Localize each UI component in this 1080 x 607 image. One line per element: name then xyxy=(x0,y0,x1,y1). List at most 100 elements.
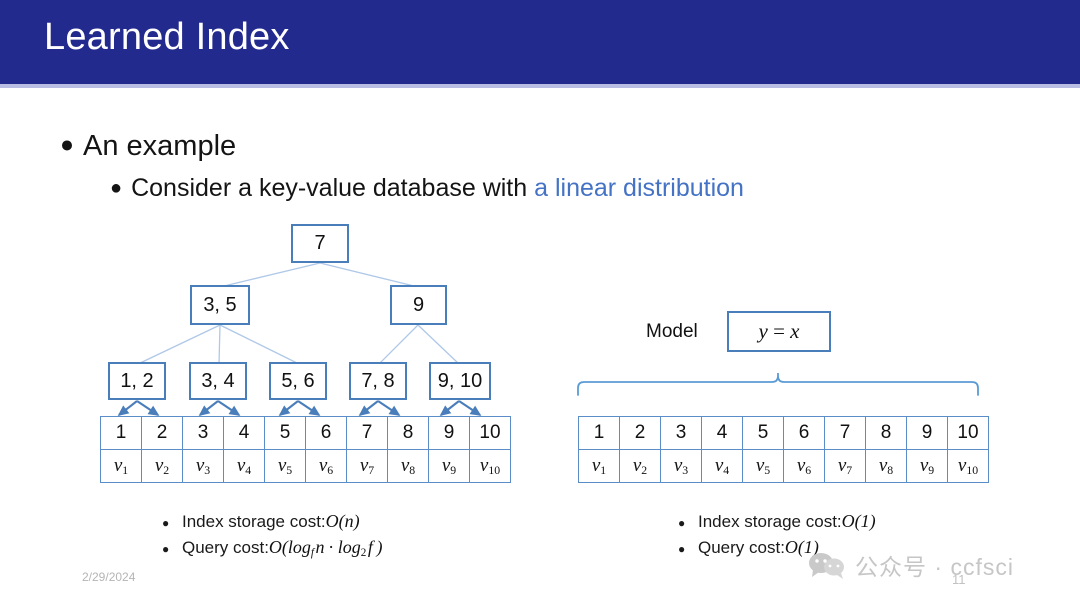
table-cell-key: 1 xyxy=(578,416,620,450)
arrow-leaf2-right xyxy=(297,400,321,416)
btree-internal-label: 9 xyxy=(412,293,425,316)
cost-storage-value: O(n) xyxy=(325,511,360,531)
btree-leaf-node-2[interactable]: 5, 6 xyxy=(269,362,327,400)
bullet-level2: ● Consider a key-value database with a li… xyxy=(110,174,744,203)
bullet-dot-icon: ● xyxy=(110,176,123,199)
wechat-bubble-icon xyxy=(809,553,844,579)
table-cell-value: v6 xyxy=(783,449,825,483)
model-formula-box[interactable]: y = x xyxy=(727,311,831,352)
table-cell-value: v8 xyxy=(387,449,429,483)
table-cell-value: v8 xyxy=(865,449,907,483)
btree-root-label: 7 xyxy=(314,232,326,254)
edge-root-left xyxy=(219,262,321,288)
arrow-leaf2-left xyxy=(278,400,299,417)
table-row-values: v1 v2 v3 v4 v5 v6 v7 v8 v9 v10 xyxy=(578,449,989,483)
table-cell-key: 5 xyxy=(264,416,306,450)
table-cell-key: 6 xyxy=(305,416,347,450)
bullet-dot-icon: ● xyxy=(678,542,686,556)
cost-query-label: Query cost: xyxy=(182,538,269,557)
table-cell-key: 10 xyxy=(469,416,511,450)
cost-query-value: O(logf n · log2 f ) xyxy=(268,537,383,560)
table-cell-value: v9 xyxy=(428,449,470,483)
arrow-leaf3-left xyxy=(358,400,379,417)
table-cell-value: v1 xyxy=(578,449,620,483)
btree-leaf-label: 9, 10 xyxy=(437,369,483,392)
bullet-dot-icon: ● xyxy=(162,542,170,556)
edge-internal-left-a xyxy=(137,324,221,365)
btree-leaf-label: 7, 8 xyxy=(361,369,395,392)
cost-storage-label: Index storage cost: xyxy=(182,512,326,531)
model-label: Model xyxy=(646,321,698,342)
table-cell-key: 2 xyxy=(619,416,661,450)
cost-query-label: Query cost: xyxy=(698,538,785,557)
bullet-dot-icon: ● xyxy=(678,516,686,530)
table-cell-key: 9 xyxy=(906,416,948,450)
cost-storage-value: O(1) xyxy=(841,511,876,531)
btree-leaf-node-1[interactable]: 3, 4 xyxy=(189,362,247,400)
table-cell-value: v7 xyxy=(824,449,866,483)
arrow-leaf3-right xyxy=(377,400,401,416)
model-span-brace xyxy=(577,373,979,396)
bullet-level2-highlight: a linear distribution xyxy=(534,174,744,202)
table-cell-key: 1 xyxy=(100,416,142,450)
table-cell-value: v6 xyxy=(305,449,347,483)
btree-leaf-node-4[interactable]: 9, 10 xyxy=(429,362,491,400)
model-formula: y = x xyxy=(758,319,800,343)
slide-canvas: Learned Index ● An example ● Consider a ke… xyxy=(0,0,1080,607)
btree-root-node[interactable]: 7 xyxy=(291,224,349,263)
btree-leaf-node-3[interactable]: 7, 8 xyxy=(349,362,407,400)
table-cell-key: 4 xyxy=(223,416,265,450)
btree-internal-node-0[interactable]: 3, 5 xyxy=(190,285,250,325)
table-row-keys: 1 2 3 4 5 6 7 8 9 10 xyxy=(578,416,989,450)
arrow-leaf4-left xyxy=(439,400,460,417)
table-cell-key: 6 xyxy=(783,416,825,450)
bullet-level1-label: An example xyxy=(83,130,237,162)
edge-internal-right-b xyxy=(417,324,460,365)
edge-internal-left-c xyxy=(219,324,300,365)
table-cell-value: v9 xyxy=(906,449,948,483)
title-underline xyxy=(0,84,1080,88)
table-cell-key: 7 xyxy=(346,416,388,450)
table-cell-key: 9 xyxy=(428,416,470,450)
table-cell-value: v2 xyxy=(141,449,183,483)
watermark: 公众号 · ccfsci xyxy=(808,548,1014,582)
table-cell-key: 7 xyxy=(824,416,866,450)
bullet-level1: ● An example xyxy=(60,130,236,163)
arrow-leaf0-left xyxy=(117,400,138,417)
edge-internal-right-a xyxy=(378,324,419,365)
btree-internal-label: 3, 5 xyxy=(203,293,237,316)
table-cell-key: 10 xyxy=(947,416,989,450)
table-cell-key: 2 xyxy=(141,416,183,450)
btree-internal-node-1[interactable]: 9 xyxy=(390,285,447,325)
cost-row-storage: ● Index storage cost: O(1) xyxy=(678,511,876,532)
table-cell-value: v4 xyxy=(223,449,265,483)
table-cell-key: 4 xyxy=(701,416,743,450)
watermark-text: 公众号 · ccfsci xyxy=(855,554,1014,580)
table-cell-value: v5 xyxy=(742,449,784,483)
table-cell-key: 3 xyxy=(660,416,702,450)
btree-leaf-node-0[interactable]: 1, 2 xyxy=(108,362,166,400)
table-cell-value: v1 xyxy=(100,449,142,483)
btree-leaf-label: 5, 6 xyxy=(281,369,315,392)
btree-leaf-label: 1, 2 xyxy=(120,369,154,392)
cost-row-storage: ● Index storage cost: O(n) xyxy=(162,511,382,532)
arrow-leaf0-right xyxy=(136,400,160,416)
btree-kv-table: 1 2 3 4 5 6 7 8 9 10 v1 v2 v3 v4 v5 v6 v… xyxy=(100,416,511,483)
table-cell-value: v10 xyxy=(469,449,511,483)
table-cell-key: 5 xyxy=(742,416,784,450)
bullet-dot-icon: ● xyxy=(162,516,170,530)
cost-storage-label: Index storage cost: xyxy=(698,512,842,531)
table-cell-value: v4 xyxy=(701,449,743,483)
footer-date: 2/29/2024 xyxy=(82,570,136,584)
arrow-leaf1-right xyxy=(217,400,241,416)
cost-row-query: ● Query cost: O(logf n · log2 f ) xyxy=(162,537,382,559)
table-cell-key: 8 xyxy=(387,416,429,450)
table-row-keys: 1 2 3 4 5 6 7 8 9 10 xyxy=(100,416,511,450)
edge-internal-left-b xyxy=(218,324,221,365)
table-cell-value: v3 xyxy=(182,449,224,483)
btree-leaf-label: 3, 4 xyxy=(201,369,235,392)
table-row-values: v1 v2 v3 v4 v5 v6 v7 v8 v9 v10 xyxy=(100,449,511,483)
table-cell-value: v10 xyxy=(947,449,989,483)
table-cell-value: v5 xyxy=(264,449,306,483)
arrow-leaf4-right xyxy=(458,400,482,416)
